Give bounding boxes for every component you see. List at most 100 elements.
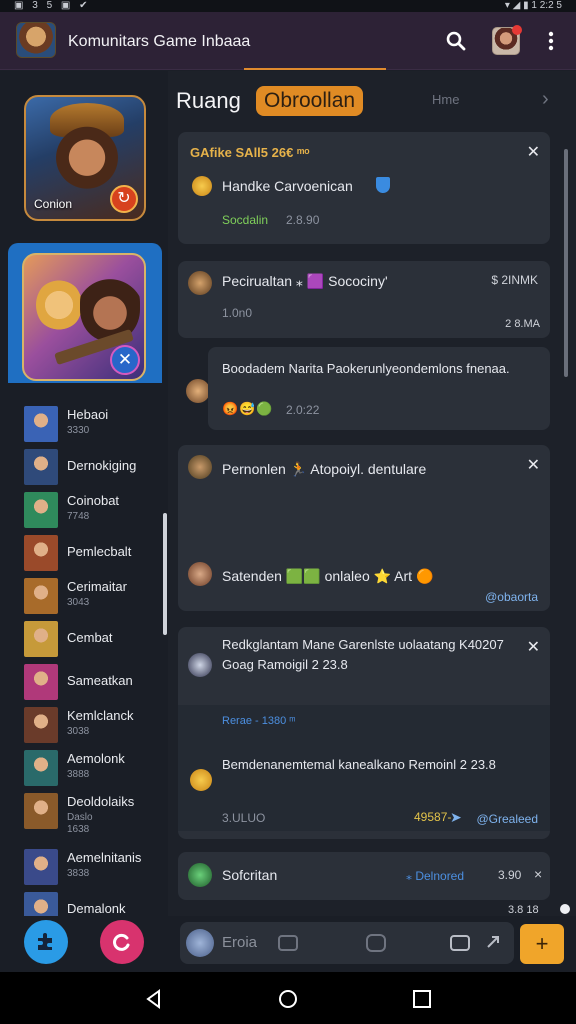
message-header: GAfike SAll5 26€ ᵐᵒ (190, 145, 310, 160)
close-icon[interactable]: × (534, 866, 542, 882)
message-text: Pecirualtan ⁎ 🟪 Socociny' (222, 273, 388, 289)
home-icon[interactable] (277, 988, 299, 1010)
message-text: Pernonlen 🏃 Atopoiyl. dentulare (222, 461, 427, 477)
user-avatar[interactable] (188, 455, 212, 479)
room-name-pill[interactable]: Obroollan (256, 86, 364, 116)
message-time: 3.ULUO (222, 811, 266, 825)
paper-plane-icon[interactable]: ➤ (450, 809, 462, 826)
game-name: Hebaoi (67, 407, 109, 422)
message-card-2[interactable]: Pecirualtan ⁎ 🟪 Socociny' $ 2INMK 1.0n0 … (178, 261, 550, 338)
game-thumbnail (24, 578, 58, 614)
game-thumbnail (24, 406, 58, 442)
message-time: 3.90 (498, 868, 522, 882)
message-text: Boodadem Narita Paokerunlyeondemlons fne… (222, 361, 510, 376)
user-avatar[interactable] (188, 562, 212, 586)
message-link[interactable]: @Grealeed (476, 812, 538, 826)
user-avatar[interactable] (188, 653, 212, 677)
profile-avatar[interactable] (492, 25, 522, 55)
home-link[interactable]: Hme (432, 92, 459, 107)
status-dot (560, 904, 570, 914)
attach-icon[interactable] (448, 931, 472, 955)
sidebar-game-item[interactable]: Hebaoi 3330 (22, 403, 160, 446)
featured-game-2[interactable]: ✕ (22, 253, 146, 381)
quote-text: Bemdenanemtemal kanealkano Remoinl 2 23.… (222, 757, 496, 772)
game-name: Kemlclanck (67, 708, 134, 723)
game-sidebar: Conion ↻ ✕ Hebaoi 3330 Dernokiging Coinobat… (0, 71, 168, 928)
sidebar-game-item[interactable]: Deoldolaiks Daslo 1638 (22, 790, 160, 846)
message-tag: ⁎ Delnored (406, 869, 465, 883)
user-avatar[interactable] (186, 379, 210, 403)
refresh-button[interactable] (100, 920, 144, 964)
sidebar-game-item[interactable]: Coinobat 7748 (22, 489, 160, 532)
link-icon[interactable] (482, 931, 506, 955)
game-name: Aemelnitanis (67, 850, 142, 865)
app-bar: Komunitars Game Inbaaa (0, 12, 576, 70)
close-icon[interactable]: ✕ (527, 455, 540, 475)
message-card-1[interactable]: GAfike SAll5 26€ ᵐᵒ ✕ Handke Carvoenican… (178, 132, 550, 244)
refresh-badge-icon[interactable]: ↻ (110, 185, 138, 213)
send-button[interactable]: + (520, 924, 564, 964)
game-thumbnail (24, 492, 58, 528)
game-name: Deoldolaiks (67, 794, 135, 809)
close-badge-icon[interactable]: ✕ (110, 345, 140, 375)
message-sub: 1.0n0 (222, 306, 253, 320)
game-thumbnail (24, 621, 58, 657)
sidebar-game-item[interactable]: Dernokiging (22, 446, 160, 489)
game-sub: 3888 (67, 769, 90, 780)
message-card-6[interactable]: Sofcritan ⁎ Delnored 3.90 × (178, 852, 550, 900)
back-icon[interactable] (143, 988, 165, 1010)
chevron-right-icon[interactable]: › (542, 88, 549, 111)
message-text-2: Satenden 🟩🟩 onlaleo ⭐ Art 🟠 (222, 568, 434, 584)
sidebar-game-item[interactable]: Pemlecbalt (22, 532, 160, 575)
game-thumbnail (24, 750, 58, 786)
sidebar-game-item[interactable]: Aemolonk 3888 (22, 747, 160, 790)
sidebar-game-item[interactable]: Kemlclanck 3038 (22, 704, 160, 747)
sidebar-game-item[interactable]: Cembat (22, 618, 160, 661)
message-time: 2 8.MA (505, 318, 540, 330)
chat-room: Ruang Obroollan Hme › GAfike SAll5 26€ ᵐ… (168, 71, 576, 916)
notification-dot (512, 25, 522, 35)
game-thumbnail (24, 707, 58, 743)
game-thumbnail (24, 793, 58, 829)
game-sub: Daslo (67, 812, 93, 823)
message-card-4[interactable]: ✕ Pernonlen 🏃 Atopoiyl. dentulare Satend… (178, 445, 550, 611)
reaction-emojis[interactable]: 😡😅🟢 (222, 401, 274, 417)
game-name: Aemolonk (67, 751, 125, 766)
game-name: Cerimaitar (67, 579, 127, 594)
image-icon[interactable] (276, 931, 300, 955)
puzzle-button[interactable] (24, 920, 68, 964)
message-text: Handke Carvoenican (222, 178, 353, 194)
featured-game-1[interactable]: Conion ↻ (24, 95, 146, 221)
game-thumbnail (24, 535, 58, 571)
sidebar-game-item[interactable]: Aemelnitanis 3838 (22, 846, 160, 889)
app-title: Komunitars Game Inbaaa (68, 33, 251, 50)
recents-icon[interactable] (411, 988, 433, 1010)
sidebar-scrollbar[interactable] (163, 513, 167, 635)
system-nav-bar (0, 972, 576, 1024)
message-text: Sofcritan (222, 867, 278, 883)
game-sub: 3330 (67, 425, 90, 436)
sidebar-game-item[interactable]: Sameatkan (22, 661, 160, 704)
message-status: Socdalin (222, 213, 269, 227)
search-icon[interactable] (444, 29, 468, 53)
coin-icon (190, 769, 212, 791)
game-sub: 3043 (67, 597, 90, 608)
chat-scrollbar[interactable] (564, 149, 568, 377)
message-input[interactable]: Eroia (180, 922, 514, 964)
more-vert-icon[interactable] (540, 29, 562, 53)
message-amount: $ 2INMK (491, 273, 538, 287)
timestamp: 3.8 18 (508, 904, 539, 916)
user-avatar[interactable] (188, 271, 212, 295)
game-sub: 7748 (67, 511, 90, 522)
message-card-5[interactable]: ✕ Redkglantam Mane Garenlste uolaatang K… (178, 627, 550, 839)
sidebar-game-item[interactable]: Cerimaitar 3043 (22, 575, 160, 618)
input-placeholder: Eroia (222, 934, 258, 951)
message-link[interactable]: @obaorta (485, 590, 538, 604)
game-list: Hebaoi 3330 Dernokiging Coinobat 7748 Pemlecb… (22, 403, 160, 932)
close-icon[interactable]: ✕ (527, 142, 540, 162)
featured-game-name: Conion (34, 197, 73, 211)
emoji-icon[interactable] (364, 931, 388, 955)
message-code: 49587- (414, 810, 452, 824)
user-avatar[interactable] (188, 863, 212, 887)
message-card-3[interactable]: Boodadem Narita Paokerunlyeondemlons fne… (208, 347, 550, 430)
